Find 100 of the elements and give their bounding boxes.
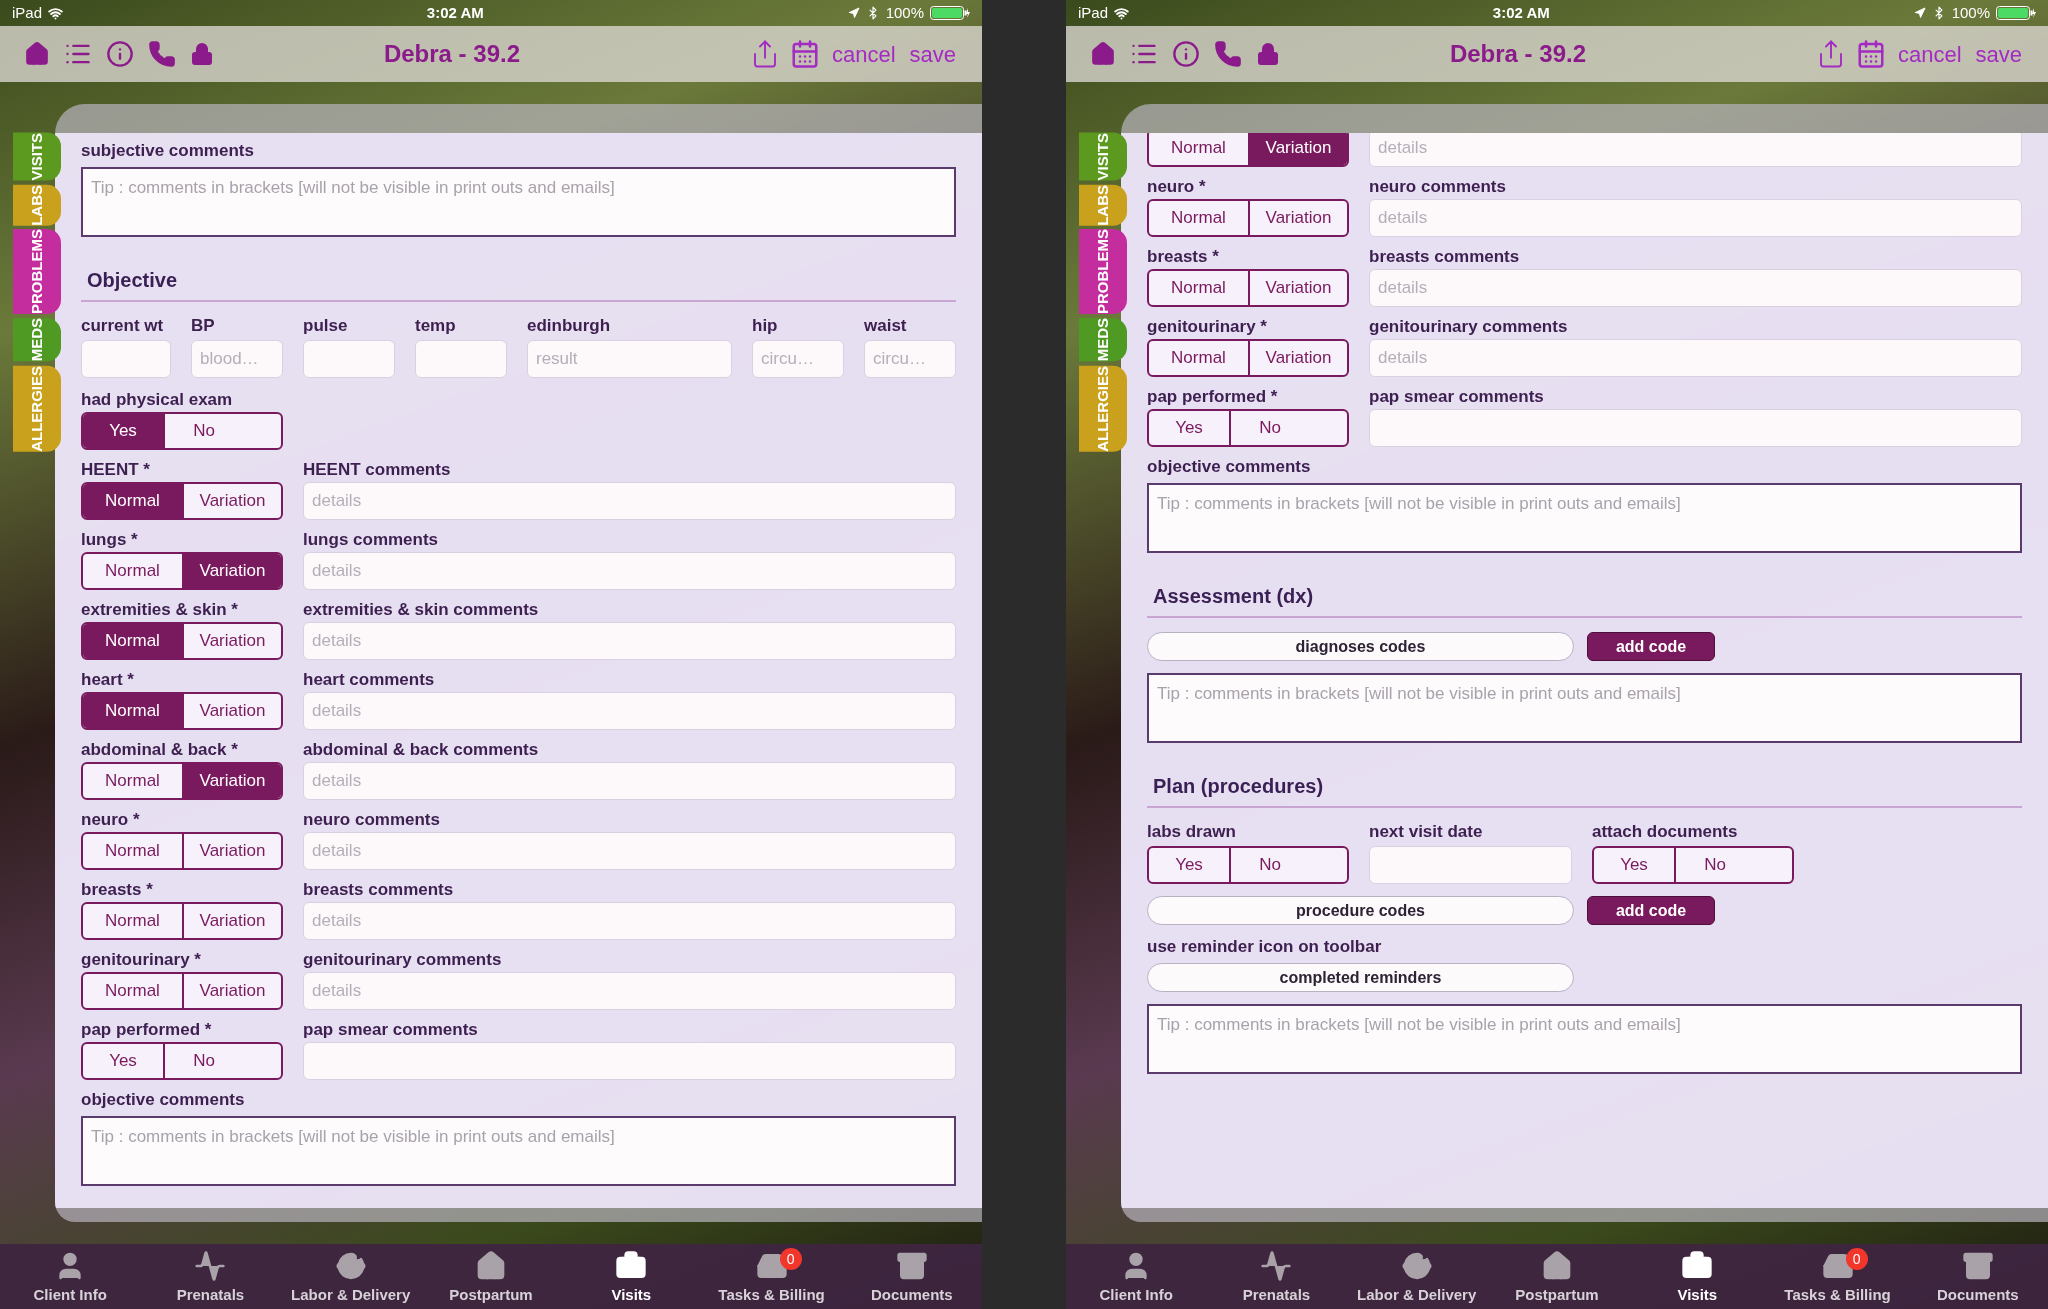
segment-option[interactable]: Yes (1594, 848, 1674, 882)
segment-option[interactable]: Yes (83, 414, 163, 448)
comments-field[interactable]: Tip : comments in brackets [will not be visible in print outs and emails] (81, 1116, 956, 1186)
segment-option[interactable]: Normal (1149, 201, 1248, 235)
tab-bar-item[interactable]: Documents (1907, 1244, 2048, 1309)
tab-bar-item[interactable]: Labor & Delivery (1346, 1244, 1487, 1309)
reminders-field[interactable]: completed reminders (1147, 963, 1574, 992)
input-field[interactable] (415, 340, 507, 378)
segment-option[interactable]: Variation (182, 484, 281, 518)
calendar-icon[interactable] (1855, 39, 1886, 69)
input-field[interactable]: result (527, 340, 732, 378)
tab-bar-item[interactable]: Prenatals (1206, 1244, 1347, 1309)
lock-icon[interactable] (190, 42, 214, 66)
input-field[interactable]: circu… (752, 340, 844, 378)
comments-field[interactable]: Tip : comments in brackets [will not be visible in print outs and emails] (81, 167, 956, 237)
field-label: lungs * (81, 530, 139, 550)
segment-option[interactable]: No (163, 1044, 243, 1078)
input-field[interactable]: details (303, 832, 956, 870)
segment-option[interactable]: Normal (83, 624, 182, 658)
comments-field[interactable]: Tip : comments in brackets [will not be visible in print outs and emails] (1147, 673, 2022, 743)
input-field[interactable] (303, 1042, 956, 1080)
segment-option[interactable]: No (1229, 411, 1309, 445)
input-field[interactable] (81, 340, 171, 378)
segment-option[interactable]: Normal (83, 554, 182, 588)
input-field[interactable]: details (1369, 133, 2022, 167)
tab-bar-item[interactable]: Client Info (0, 1244, 141, 1309)
input-field[interactable]: details (303, 552, 956, 590)
input-field[interactable]: circu… (864, 340, 956, 378)
tab-bar-item[interactable]: Documents (841, 1244, 982, 1309)
comments-field[interactable]: Tip : comments in brackets [will not be visible in print outs and emails] (1147, 1004, 2022, 1074)
input-field[interactable] (303, 340, 395, 378)
tab-bar-item[interactable]: Visits (561, 1244, 702, 1309)
segment-option[interactable]: Normal (83, 834, 182, 868)
segment-option[interactable]: Variation (1248, 341, 1347, 375)
phone-icon[interactable] (148, 40, 176, 68)
segment-option[interactable]: Normal (83, 484, 182, 518)
segment-option[interactable]: Variation (182, 974, 281, 1008)
segment-option[interactable]: Normal (1149, 133, 1248, 165)
segment-option[interactable]: Normal (83, 904, 182, 938)
home-icon[interactable] (24, 41, 50, 67)
field-label: neuro * (81, 810, 141, 830)
codes-field[interactable]: procedure codes (1147, 896, 1574, 925)
input-field[interactable]: details (1369, 269, 2022, 307)
input-field[interactable]: details (303, 482, 956, 520)
input-field[interactable] (1369, 409, 2022, 447)
phone-icon[interactable] (1214, 40, 1242, 68)
segment-option[interactable]: Variation (1248, 271, 1347, 305)
side-tab[interactable]: PROBLEMS (1079, 229, 1127, 315)
segment-option[interactable]: Variation (182, 694, 281, 728)
side-tab[interactable]: PROBLEMS (13, 229, 61, 315)
comments-field[interactable]: Tip : comments in brackets [will not be visible in print outs and emails] (1147, 483, 2022, 553)
calendar-icon[interactable] (789, 39, 820, 69)
segment-option[interactable]: Variation (182, 554, 281, 588)
side-tab[interactable]: MEDS (13, 318, 61, 362)
side-tab[interactable]: MEDS (1079, 318, 1127, 362)
info-icon[interactable] (1172, 40, 1200, 68)
segment-option[interactable]: Yes (1149, 848, 1229, 882)
segment-option[interactable]: Normal (83, 694, 182, 728)
segment-option[interactable]: No (163, 414, 243, 448)
home-icon[interactable] (1090, 41, 1116, 67)
segment-option[interactable]: Variation (182, 624, 281, 658)
segment-option[interactable]: Normal (1149, 341, 1248, 375)
segment-option[interactable]: Variation (1248, 133, 1347, 165)
segment-option[interactable]: Variation (182, 834, 281, 868)
tab-bar-item[interactable]: Postpartum (420, 1244, 562, 1309)
field-label: hip (752, 316, 779, 336)
input-field[interactable]: details (303, 622, 956, 660)
battery-icon (1996, 6, 2036, 20)
tab-bar-item[interactable]: Labor & Delivery (280, 1244, 421, 1309)
input-field[interactable]: details (303, 902, 956, 940)
add-code-button[interactable]: add code (1587, 896, 1715, 925)
input-field[interactable]: details (303, 972, 956, 1010)
segment-option[interactable]: Yes (1149, 411, 1229, 445)
segment-option[interactable]: Variation (182, 904, 281, 938)
tab-bar-item[interactable]: Prenatals (140, 1244, 281, 1309)
input-field[interactable]: details (303, 762, 956, 800)
segment-option[interactable]: Variation (1248, 201, 1347, 235)
segment-option[interactable]: Normal (83, 974, 182, 1008)
tab-bar-item[interactable]: Tasks & Billing 0 (1767, 1244, 1908, 1309)
input-field[interactable]: details (303, 692, 956, 730)
input-field[interactable]: details (1369, 339, 2022, 377)
add-code-button[interactable]: add code (1587, 632, 1715, 661)
segment-option[interactable]: No (1229, 848, 1309, 882)
segment-option[interactable]: Normal (1149, 271, 1248, 305)
segment-option[interactable]: Normal (83, 764, 182, 798)
tab-bar-item[interactable]: Visits (1627, 1244, 1768, 1309)
codes-field[interactable]: diagnoses codes (1147, 632, 1574, 661)
input-field[interactable]: details (1369, 199, 2022, 237)
tab-bar-item[interactable]: Postpartum (1486, 1244, 1628, 1309)
lock-icon[interactable] (1256, 42, 1280, 66)
input-field[interactable] (1369, 846, 1572, 884)
clock-text: 3:02 AM (1492, 2, 1550, 23)
tab-bar-item[interactable]: Tasks & Billing 0 (701, 1244, 842, 1309)
segment-option[interactable]: Variation (182, 764, 281, 798)
segment-option[interactable]: No (1674, 848, 1754, 882)
segment-option[interactable]: Yes (83, 1044, 163, 1078)
info-icon[interactable] (106, 40, 134, 68)
battery-text: 100% (885, 2, 924, 23)
input-field[interactable]: blood… (191, 340, 283, 378)
tab-bar-item[interactable]: Client Info (1066, 1244, 1207, 1309)
